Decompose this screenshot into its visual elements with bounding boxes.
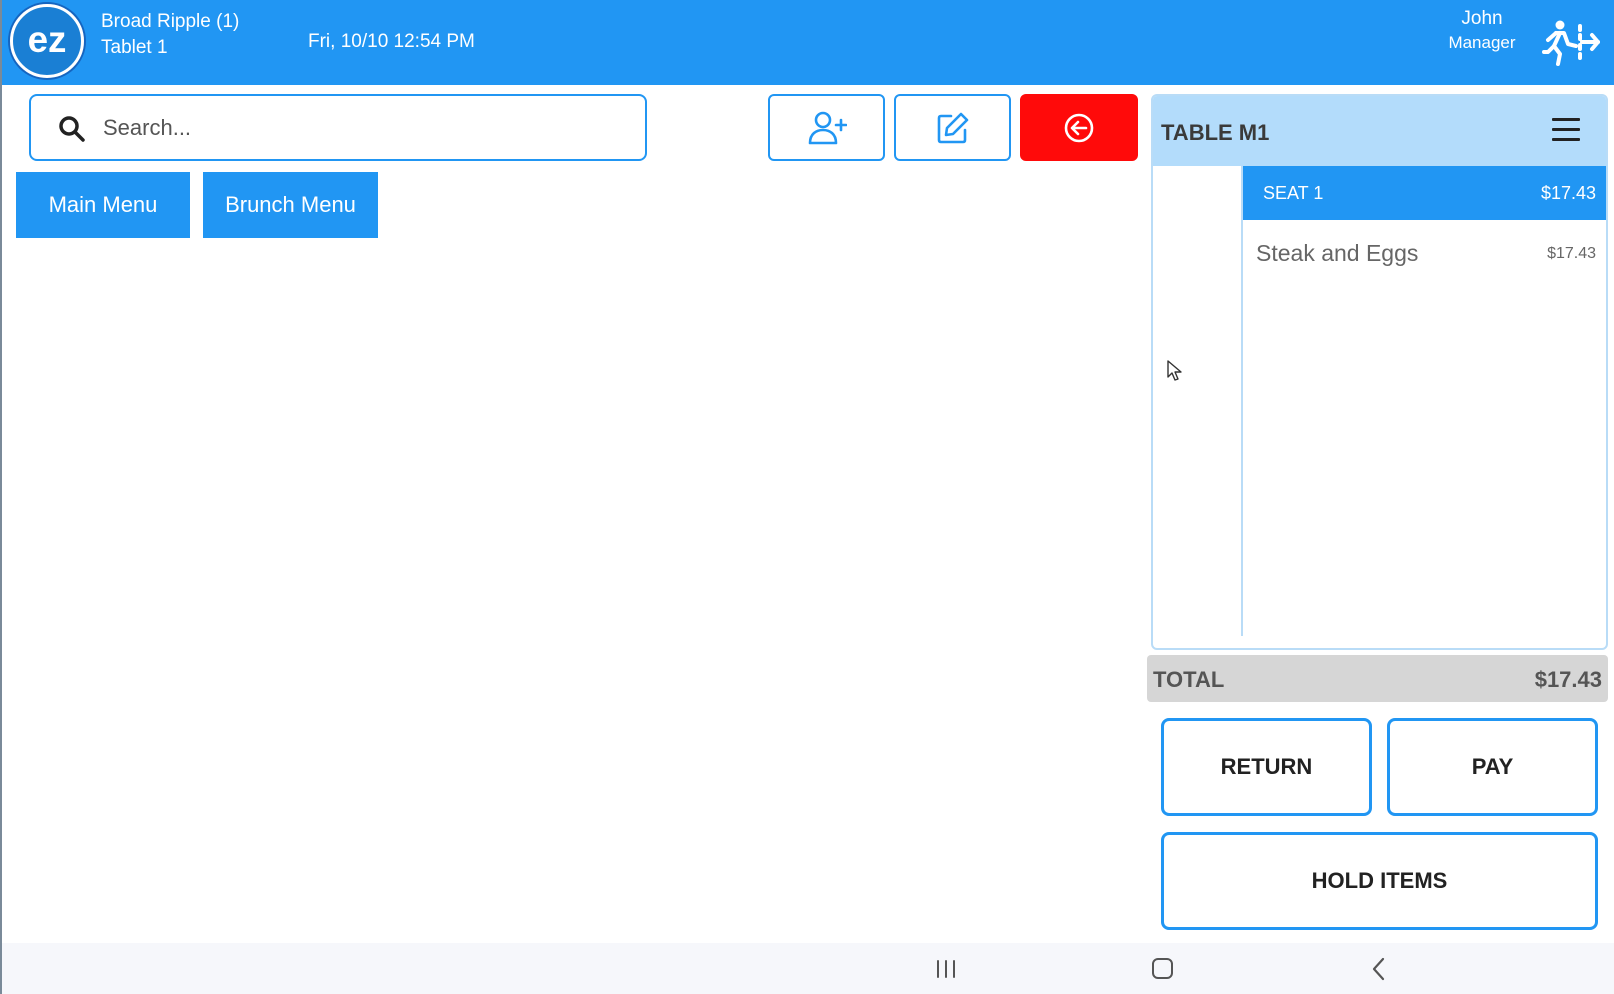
seat-row[interactable]: SEAT 1 $17.43 <box>1243 166 1606 220</box>
item-name: Steak and Eggs <box>1256 240 1419 266</box>
hamburger-menu-icon[interactable] <box>1552 118 1580 144</box>
top-header: ez Broad Ripple (1) Tablet 1 Fri, 10/10 … <box>2 0 1614 85</box>
item-price: $17.43 <box>1547 245 1596 262</box>
edit-button[interactable] <box>894 94 1011 161</box>
system-nav-bar <box>2 943 1614 994</box>
logo-text: ez <box>28 19 67 60</box>
search-box[interactable] <box>29 94 647 161</box>
tab-main-menu[interactable]: Main Menu <box>16 172 190 238</box>
seat-label: SEAT 1 <box>1263 183 1324 203</box>
home-icon[interactable] <box>1142 951 1182 987</box>
add-user-icon <box>808 111 847 144</box>
pos-app: ez Broad Ripple (1) Tablet 1 Fri, 10/10 … <box>0 0 1614 994</box>
total-amount: $17.43 <box>1534 667 1602 692</box>
device-name: Tablet 1 <box>101 37 168 58</box>
edit-icon <box>937 112 968 143</box>
location-name: Broad Ripple (1) <box>101 11 240 32</box>
order-ticket: TABLE M1 SEAT 1 $17.43 Steak and Eggs $1… <box>1151 94 1608 650</box>
ticket-header: TABLE M1 <box>1153 96 1606 166</box>
user-name: John <box>1461 8 1503 29</box>
user-role: Manager <box>1448 33 1516 52</box>
logout-icon[interactable] <box>1542 18 1600 66</box>
total-label: TOTAL <box>1153 667 1225 692</box>
circle-arrow-left-icon <box>1064 113 1094 142</box>
seat-amount: $17.43 <box>1540 183 1596 203</box>
hold-items-button[interactable]: HOLD ITEMS <box>1161 832 1598 930</box>
total-bar: TOTAL $17.43 <box>1147 655 1608 702</box>
current-datetime: Fri, 10/10 12:54 PM <box>308 31 475 52</box>
pay-button[interactable]: PAY <box>1387 718 1598 816</box>
exit-order-button[interactable] <box>1020 94 1138 161</box>
search-input[interactable] <box>103 106 623 150</box>
order-item-row[interactable]: Steak and Eggs $17.43 <box>1243 224 1606 284</box>
search-icon <box>59 116 85 142</box>
tab-brunch-menu[interactable]: Brunch Menu <box>203 172 378 238</box>
recent-apps-icon[interactable] <box>926 951 966 987</box>
table-name: TABLE M1 <box>1161 120 1270 145</box>
ez-logo: ez <box>10 4 84 78</box>
mouse-cursor-icon <box>1167 360 1182 381</box>
add-customer-button[interactable] <box>768 94 885 161</box>
return-button[interactable]: RETURN <box>1161 718 1372 816</box>
back-icon[interactable] <box>1359 951 1399 987</box>
